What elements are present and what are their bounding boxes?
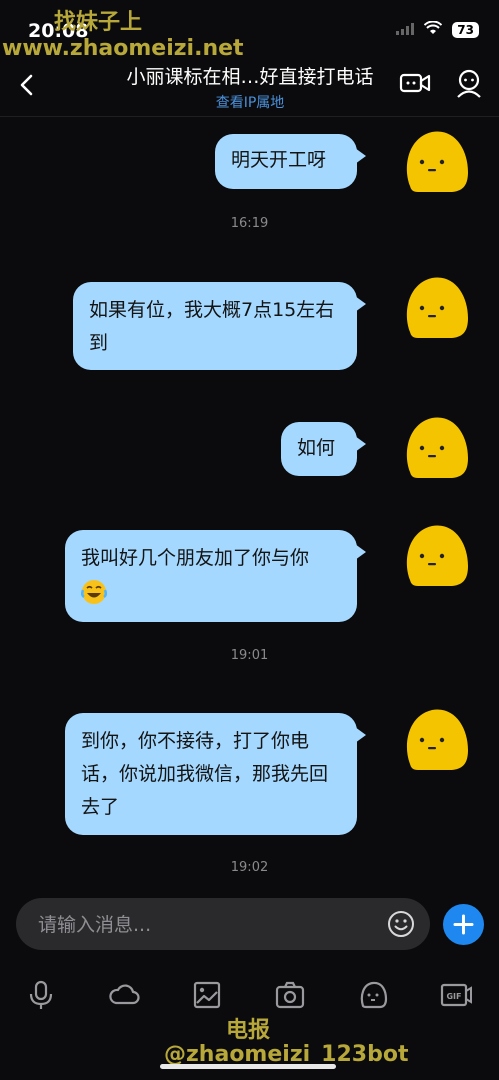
message-text: 如何 bbox=[297, 437, 336, 459]
cloud-icon[interactable] bbox=[107, 978, 141, 1012]
message-bubble[interactable]: 我叫好几个朋友加了你与你 bbox=[65, 530, 366, 622]
message-bubble[interactable]: 明天开工呀 bbox=[215, 134, 366, 189]
avatar-icon bbox=[406, 525, 468, 586]
message-text: 我叫好几个朋友加了你与你 bbox=[81, 547, 310, 569]
smiley-icon bbox=[388, 911, 414, 937]
avatar[interactable] bbox=[400, 414, 470, 480]
message-input-container bbox=[16, 898, 430, 952]
image-icon[interactable] bbox=[190, 978, 224, 1012]
sticker-icon[interactable] bbox=[356, 978, 390, 1012]
avatar[interactable] bbox=[400, 706, 470, 772]
signal-icon bbox=[396, 20, 415, 39]
gif-icon[interactable]: GIF bbox=[439, 978, 473, 1012]
input-toolbar: GIF bbox=[0, 978, 499, 1014]
message-bubble[interactable]: 到你，你不接待，打了你电话，你说加我微信，那我先回去了 bbox=[65, 713, 366, 835]
watermark-text: 找妹子上 bbox=[54, 10, 143, 35]
plus-icon bbox=[453, 914, 474, 935]
avatar-icon bbox=[406, 131, 468, 192]
message-input[interactable] bbox=[36, 898, 380, 952]
avatar[interactable] bbox=[400, 522, 470, 588]
chat-header: 小丽课标在相…好直接打电话 查看IP属地 bbox=[0, 56, 499, 117]
timestamp: 16:19 bbox=[230, 216, 269, 231]
video-call-button[interactable] bbox=[398, 66, 432, 100]
message-bubble[interactable]: 如何 bbox=[281, 422, 366, 476]
mic-icon[interactable] bbox=[24, 978, 58, 1012]
battery-indicator: 73 bbox=[452, 21, 479, 38]
chat-title: 小丽课标在相…好直接打电话 bbox=[126, 66, 374, 88]
message-text: 明天开工呀 bbox=[231, 149, 327, 171]
message-text: 如果有位，我大概7点15左右到 bbox=[89, 299, 335, 354]
back-button[interactable] bbox=[14, 68, 42, 102]
watermark-text: 电报 bbox=[226, 1018, 271, 1043]
ip-location-link[interactable]: 查看IP属地 bbox=[100, 92, 400, 112]
message-text: 到你，你不接待，打了你电话，你说加我微信，那我先回去了 bbox=[81, 730, 329, 818]
status-icons: 73 bbox=[396, 20, 479, 39]
avatar-icon bbox=[406, 417, 468, 478]
profile-button[interactable] bbox=[452, 66, 486, 100]
emoji-button[interactable] bbox=[386, 909, 416, 939]
timestamp: 19:01 bbox=[230, 648, 269, 663]
svg-text:GIF: GIF bbox=[446, 992, 461, 1001]
camera-icon[interactable] bbox=[273, 978, 307, 1012]
avatar[interactable] bbox=[400, 274, 470, 340]
home-indicator[interactable] bbox=[160, 1064, 336, 1069]
avatar-icon bbox=[406, 277, 468, 338]
wifi-icon bbox=[424, 20, 443, 39]
avatar-icon bbox=[406, 709, 468, 770]
add-button[interactable] bbox=[443, 904, 484, 945]
laughing-emoji-icon bbox=[80, 579, 341, 609]
timestamp: 19:02 bbox=[230, 860, 269, 875]
message-bubble[interactable]: 如果有位，我大概7点15左右到 bbox=[73, 282, 366, 370]
avatar[interactable] bbox=[400, 128, 470, 194]
